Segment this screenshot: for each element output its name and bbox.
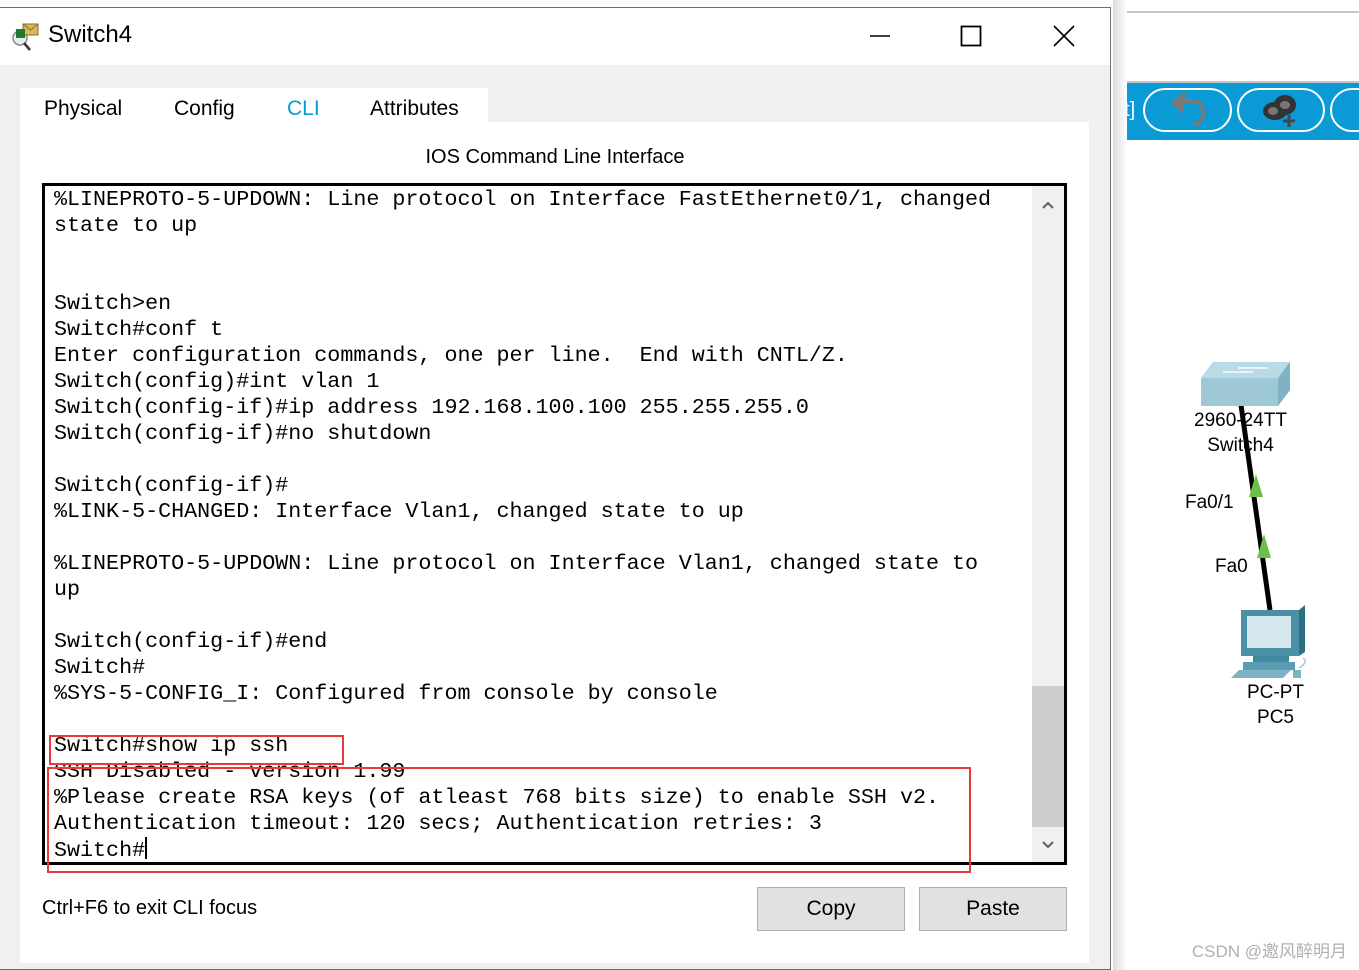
terminal-line: %SYS-5-CONFIG_I: Configured from console…	[54, 681, 718, 706]
pc-name-label: PC5	[1257, 707, 1294, 728]
terminal-line: Switch(config-if)#ip address 192.168.100…	[54, 395, 809, 420]
maximize-button[interactable]	[948, 18, 994, 54]
divider	[1113, 11, 1359, 13]
terminal-line: Switch(config-if)#no shutdown	[54, 421, 432, 446]
scroll-down-icon[interactable]	[1041, 840, 1055, 850]
switch-model-label: 2960-24TT	[1194, 410, 1287, 431]
terminal-line: up	[54, 577, 81, 602]
window-title: Switch4	[48, 21, 133, 48]
topology-diagram	[1201, 362, 1306, 678]
switch-device-icon	[1201, 362, 1290, 406]
pc-device-icon	[1231, 605, 1306, 678]
toolbar-button-partial[interactable]	[1330, 88, 1359, 132]
terminal-line: Switch#	[54, 655, 146, 680]
title-bar[interactable]: Switch4	[0, 8, 1110, 65]
copy-button[interactable]: Copy	[757, 887, 905, 931]
switch-name-label: Switch4	[1207, 435, 1274, 456]
window-shadow	[1113, 0, 1127, 970]
close-icon	[1053, 25, 1075, 47]
cloud-add-icon	[1263, 95, 1296, 127]
undo-icon	[1170, 92, 1205, 126]
scroll-up-icon[interactable]	[1041, 200, 1055, 210]
terminal-line: %LINEPROTO-5-UPDOWN: Line protocol on In…	[54, 187, 992, 212]
tab-attributes[interactable]: Attributes	[370, 97, 459, 121]
minimize-icon	[870, 35, 890, 37]
pc-port-label: Fa0	[1215, 556, 1248, 577]
tab-physical[interactable]: Physical	[44, 97, 122, 121]
minimize-button[interactable]	[857, 18, 903, 54]
cli-focus-hint: Ctrl+F6 to exit CLI focus	[42, 897, 258, 919]
switch-port-label: Fa0/1	[1185, 492, 1234, 513]
watermark: CSDN @邀风醉明月	[1191, 942, 1347, 961]
undo-button[interactable]	[1143, 88, 1232, 132]
terminal-line: Switch(config-if)#	[54, 473, 289, 498]
tab-cli[interactable]: CLI	[287, 97, 320, 121]
panel-title: IOS Command Line Interface	[425, 146, 685, 168]
terminal-line: Enter configuration commands, one per li…	[54, 343, 848, 368]
terminal-line: Switch#conf t	[54, 317, 224, 342]
tab-config[interactable]: Config	[174, 97, 235, 121]
background-workspace: ot]	[1113, 0, 1359, 970]
highlight-command-box	[49, 735, 344, 765]
terminal-scrollbar[interactable]	[1032, 186, 1064, 862]
paste-button[interactable]: Paste	[919, 887, 1067, 931]
terminal-line: state to up	[54, 213, 198, 238]
scrollbar-thumb[interactable]	[1032, 686, 1064, 827]
highlight-output-box	[47, 767, 971, 873]
terminal-line: %LINK-5-CHANGED: Interface Vlan1, change…	[54, 499, 744, 524]
terminal-line: Switch>en	[54, 291, 172, 316]
terminal-line: Switch(config)#int vlan 1	[54, 369, 380, 394]
maximize-icon	[960, 25, 982, 47]
pc-model-label: PC-PT	[1247, 682, 1304, 703]
workspace-toolbar: ot]	[1113, 83, 1359, 140]
packet-tracer-icon	[12, 23, 39, 51]
add-cloud-button[interactable]	[1237, 88, 1325, 132]
terminal-line: %LINEPROTO-5-UPDOWN: Line protocol on In…	[54, 551, 979, 576]
topology-canvas[interactable]: 2960-24TT Switch4 Fa0/1 Fa0 PC-PT PC5	[1113, 140, 1359, 970]
close-button[interactable]	[1041, 18, 1087, 54]
terminal-line: Switch(config-if)#end	[54, 629, 328, 654]
